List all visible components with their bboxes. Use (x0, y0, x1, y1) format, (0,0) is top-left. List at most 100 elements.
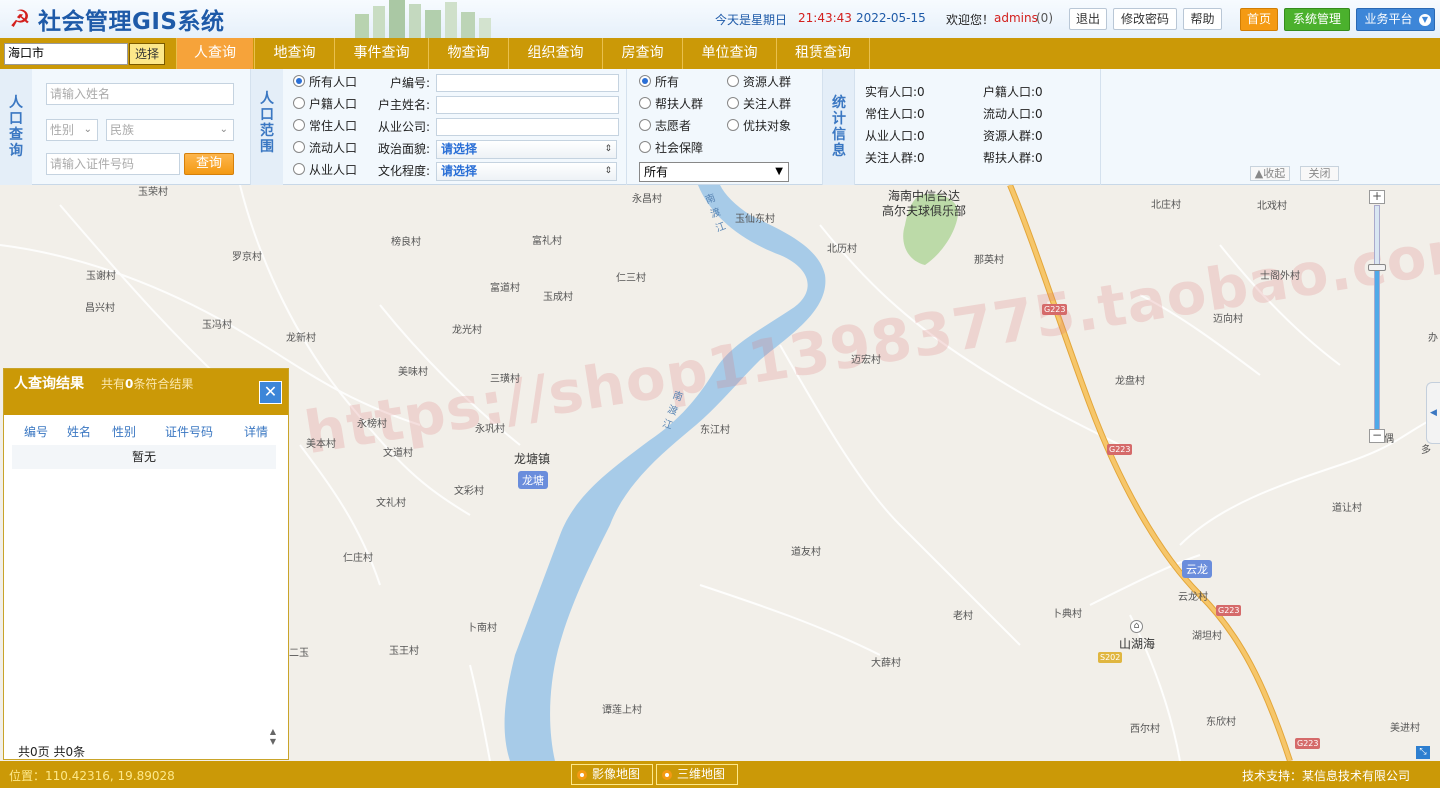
zoom-in-button[interactable]: + (1369, 190, 1385, 204)
scroll-up-icon[interactable]: ▲ (268, 727, 278, 737)
close-panel-button[interactable]: 关闭 (1300, 166, 1339, 181)
satellite-map-button[interactable]: 影像地图 (571, 764, 653, 785)
id-number-input[interactable]: 请输入证件号码 (46, 153, 180, 175)
main-nav-bar: 海口市 选择 人查询 地查询 事件查询 物查询 组织查询 房查询 单位查询 租赁… (0, 38, 1440, 69)
householder-name-input[interactable] (436, 96, 619, 114)
chevron-down-icon: ⌄ (83, 124, 92, 135)
radio-group-all[interactable]: 所有 (639, 72, 679, 90)
tab-object-query[interactable]: 物查询 (428, 38, 508, 69)
education-select[interactable]: 请选择 ⇕ (436, 162, 617, 181)
tab-event-query[interactable]: 事件查询 (334, 38, 428, 69)
column-header[interactable]: 性别 (112, 423, 136, 440)
radio-registered-population[interactable]: 户籍人口 (293, 94, 357, 112)
tab-rental-query[interactable]: 租赁查询 (776, 38, 870, 69)
results-scrollbar[interactable]: ▲ ▼ (268, 727, 278, 757)
results-panel: 人查询结果 共有0条符合结果 ✕ 编号 姓名 性别 证件号码 详情 暂无 ▲ ▼ … (3, 368, 289, 760)
radio-icon (639, 75, 651, 87)
radio-dot-icon (662, 770, 672, 780)
scroll-down-icon[interactable]: ▼ (268, 737, 278, 747)
tab-person-query[interactable]: 人查询 (176, 38, 253, 69)
household-no-input[interactable] (436, 74, 619, 92)
employer-input[interactable] (436, 118, 619, 136)
poi-marker-icon[interactable]: ⌂ (1130, 620, 1143, 633)
person-query-section-label: 人口查询 (0, 69, 32, 185)
road-number-badge: G223 (1216, 605, 1242, 616)
business-platform-dropdown[interactable]: 业务平台 ▼ (1356, 8, 1435, 31)
change-password-button[interactable]: 修改密码 (1113, 8, 1177, 30)
political-status-value: 请选择 (441, 142, 478, 156)
close-results-button[interactable]: ✕ (259, 381, 282, 404)
zoom-out-button[interactable]: − (1369, 429, 1385, 443)
radio-employed-population[interactable]: 从业人口 (293, 160, 357, 178)
radio-label: 资源人群 (743, 74, 792, 89)
stat-assisted-group: 帮扶人群:0 (983, 151, 1043, 165)
radio-floating-population[interactable]: 流动人口 (293, 138, 357, 156)
query-button[interactable]: 查询 (184, 153, 234, 175)
stat-registered-population: 户籍人口:0 (983, 85, 1043, 99)
side-panel-toggle[interactable]: ◀ (1426, 382, 1440, 444)
help-button[interactable]: 帮助 (1183, 8, 1222, 30)
town-badge[interactable]: 云龙 (1182, 560, 1212, 578)
zoom-control: + − (1368, 190, 1386, 443)
town-badge[interactable]: 龙塘 (518, 471, 548, 489)
column-header[interactable]: 证件号码 (165, 423, 213, 440)
radio-dot-icon (577, 770, 587, 780)
tab-land-query[interactable]: 地查询 (254, 38, 334, 69)
radio-resident-population[interactable]: 常住人口 (293, 116, 357, 134)
radio-label: 关注人群 (743, 96, 792, 111)
logout-button[interactable]: 退出 (1069, 8, 1107, 30)
city-select-button[interactable]: 选择 (129, 43, 165, 65)
radio-icon (727, 75, 739, 87)
map-place-label: 富礼村 (532, 236, 562, 247)
map-place-label: 玉谢村 (86, 271, 116, 282)
population-scope-section-label: 人口范围 (251, 69, 283, 185)
group-dropdown[interactable]: 所有 ▼ (639, 162, 789, 182)
expand-icon[interactable]: ⤡ (1416, 746, 1430, 759)
current-date: 2022-05-15 (856, 11, 926, 25)
tab-organization-query[interactable]: 组织查询 (508, 38, 602, 69)
ethnicity-select[interactable]: 民族 ⌄ (106, 119, 234, 141)
3d-map-button[interactable]: 三维地图 (656, 764, 738, 785)
radio-all-population[interactable]: 所有人口 (293, 72, 357, 90)
radio-label: 常住人口 (309, 118, 358, 133)
app-logo: ☭ 社会管理GIS系统 (6, 4, 225, 35)
map-place-label: 大薛村 (871, 658, 901, 669)
tech-support-text: 技术支持：某信息技术有限公司 (1241, 769, 1410, 783)
radio-group-resource[interactable]: 资源人群 (727, 72, 791, 90)
city-input[interactable]: 海口市 (4, 43, 128, 65)
map-place-label: 士阁外村 (1260, 271, 1300, 282)
business-platform-label: 业务平台 (1364, 12, 1413, 26)
household-no-label: 户编号: (389, 76, 430, 90)
radio-group-attention[interactable]: 关注人群 (727, 94, 791, 112)
map-place-label: 美本村 (306, 439, 336, 450)
gender-select[interactable]: 性别 ⌄ (46, 119, 98, 141)
map-place-label: 罗京村 (232, 252, 262, 263)
radio-group-social-security[interactable]: 社会保障 (639, 138, 703, 156)
tab-unit-query[interactable]: 单位查询 (682, 38, 776, 69)
home-button[interactable]: 首页 (1240, 8, 1278, 31)
system-management-button[interactable]: 系统管理 (1284, 8, 1350, 31)
map-place-label: 北戏村 (1257, 201, 1287, 212)
map-poi-label: 高尔夫球俱乐部 (882, 204, 967, 218)
tab-house-query[interactable]: 房查询 (602, 38, 682, 69)
stat-actual-population: 实有人口:0 (865, 85, 925, 99)
map-place-label: 老村 (953, 611, 973, 622)
radio-group-preferential[interactable]: 优扶对象 (727, 116, 791, 134)
map-place-label: 迈宏村 (851, 355, 881, 366)
radio-group-assisted[interactable]: 帮扶人群 (639, 94, 703, 112)
zoom-slider[interactable] (1374, 205, 1380, 435)
map-place-label: 道友村 (791, 547, 821, 558)
column-header[interactable]: 编号 (24, 423, 48, 440)
column-header[interactable]: 姓名 (67, 423, 91, 440)
map-place-label: 龙盘村 (1115, 376, 1145, 387)
name-input[interactable]: 请输入姓名 (46, 83, 234, 105)
political-status-select[interactable]: 请选择 ⇕ (436, 140, 617, 159)
statistics-label-text: 统计信息 (832, 95, 846, 159)
chevron-left-icon: ◀ (1430, 408, 1437, 418)
radio-group-volunteer[interactable]: 志愿者 (639, 116, 691, 134)
collapse-button[interactable]: ▲收起 (1250, 166, 1290, 181)
username-link[interactable]: admins (994, 11, 1038, 25)
zoom-slider-handle[interactable] (1368, 264, 1386, 272)
map-place-label: 湖坦村 (1192, 631, 1222, 642)
column-header[interactable]: 详情 (244, 423, 268, 440)
